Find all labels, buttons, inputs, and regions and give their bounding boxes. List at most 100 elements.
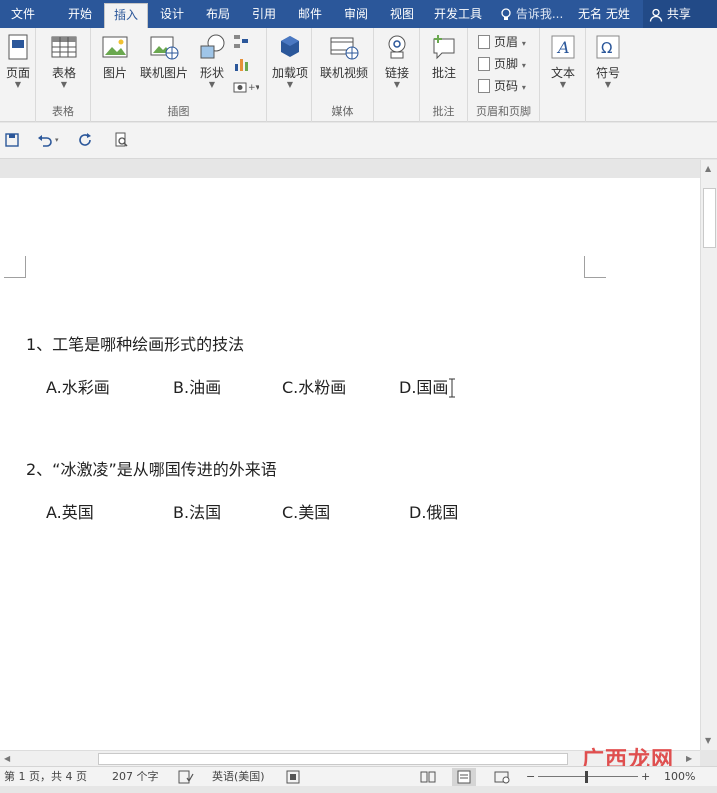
q1-option-d[interactable]: D.国画 — [399, 374, 448, 398]
group-addins: 加载项 ▼ — [267, 28, 312, 122]
table-icon — [49, 32, 79, 62]
page-count[interactable]: 第 1 页，共 4 页 — [4, 767, 87, 787]
picture-button[interactable]: 图片 — [97, 32, 133, 80]
header-label: 页眉 — [494, 35, 519, 49]
vertical-scrollbar[interactable]: ▲ ▼ — [700, 160, 717, 750]
q2-option-a[interactable]: A.英国 — [46, 499, 94, 523]
group-label-tables: 表格 — [52, 105, 74, 118]
save-icon[interactable] — [4, 132, 22, 150]
person-icon — [649, 7, 663, 22]
group-label-comments: 批注 — [432, 105, 455, 118]
comment-button[interactable]: 批注 — [427, 32, 461, 80]
online-video-button[interactable]: 联机视频 — [316, 32, 372, 80]
tab-design[interactable]: 设计 — [150, 0, 194, 28]
vertical-scroll-thumb[interactable] — [703, 188, 716, 248]
text-box-icon: A — [548, 32, 578, 62]
chart-icon[interactable] — [233, 56, 251, 72]
document-area: 1、工笔是哪种绘画形式的技法 A.水彩画 B.油画 C.水粉画 D.国画 2、“… — [0, 160, 700, 758]
tell-me-box[interactable]: 告诉我... — [500, 0, 563, 28]
svg-text:▾: ▾ — [55, 136, 59, 144]
group-tables: 表格 ▼ 表格 — [36, 28, 91, 122]
document-page[interactable]: 1、工笔是哪种绘画形式的技法 A.水彩画 B.油画 C.水粉画 D.国画 2、“… — [0, 178, 700, 758]
svg-text:+▾: +▾ — [248, 83, 259, 93]
chevron-down-icon: ▼ — [14, 80, 22, 89]
header-button[interactable]: 页眉 ▾ — [478, 32, 526, 52]
read-mode-icon[interactable] — [420, 770, 436, 790]
q2-option-b[interactable]: B.法国 — [173, 499, 221, 523]
ribbon-tab-bar: 文件 开始 插入 设计 布局 引用 邮件 审阅 视图 开发工具 告诉我... 无… — [0, 0, 717, 28]
tab-layout[interactable]: 布局 — [196, 0, 240, 28]
user-name[interactable]: 无名 无姓 — [578, 0, 630, 28]
tab-home[interactable]: 开始 — [58, 0, 102, 28]
chevron-down-icon: ▼ — [559, 80, 567, 89]
scroll-up-icon[interactable]: ▲ — [705, 164, 711, 173]
zoom-in-button[interactable]: + — [641, 767, 650, 787]
symbols-button[interactable]: Ω 符号 ▼ — [590, 32, 626, 90]
print-preview-icon[interactable] — [113, 132, 131, 150]
q2-option-d[interactable]: D.俄国 — [409, 499, 458, 523]
table-button[interactable]: 表格 ▼ — [46, 32, 82, 90]
footer-button[interactable]: 页脚 ▾ — [478, 54, 526, 74]
pages-button[interactable]: 页面 ▼ — [2, 32, 34, 90]
q1-option-b[interactable]: B.油画 — [173, 374, 221, 398]
addins-button[interactable]: 加载项 ▼ — [272, 32, 308, 90]
word-count[interactable]: 207 个字 — [112, 767, 159, 787]
tab-insert[interactable]: 插入 — [104, 3, 148, 28]
q1-option-c[interactable]: C.水粉画 — [282, 374, 346, 398]
header-icon — [478, 34, 490, 49]
question-2[interactable]: 2、“冰激凌”是从哪国传进的外来语 — [26, 456, 277, 480]
picture-label: 图片 — [102, 66, 127, 80]
scroll-left-icon[interactable]: ◀ — [4, 754, 10, 763]
status-bar: 第 1 页，共 4 页 207 个字 英语(美国) − + 100% — [0, 766, 717, 786]
share-button[interactable]: 共享 — [643, 0, 717, 28]
chevron-down-icon: ▼ — [208, 80, 216, 89]
text-cursor-icon — [449, 378, 455, 398]
corner-mark — [584, 256, 606, 278]
chevron-down-icon: ▼ — [60, 80, 68, 89]
svg-text:A: A — [556, 38, 570, 57]
q2-option-c[interactable]: C.美国 — [282, 499, 330, 523]
group-header-footer: 页眉 ▾ 页脚 ▾ 页码 ▾ 页眉和页脚 — [468, 28, 540, 122]
page-number-button[interactable]: 页码 ▾ — [478, 76, 526, 96]
proofing-icon[interactable] — [178, 770, 194, 790]
shapes-button[interactable]: 形状 ▼ — [195, 32, 229, 90]
redo-icon[interactable] — [78, 132, 96, 150]
addins-label: 加载项 — [272, 66, 309, 80]
tab-view[interactable]: 视图 — [380, 0, 424, 28]
online-picture-button[interactable]: 联机图片 — [135, 32, 193, 80]
zoom-out-button[interactable]: − — [526, 767, 535, 787]
text-button[interactable]: A 文本 ▼ — [546, 32, 580, 90]
tell-me-label: 告诉我... — [515, 7, 564, 21]
ribbon: 页面 ▼ 表格 ▼ 表格 图片 联机图片 形状 ▼ +▾ 插图 加载项 ▼ 联机… — [0, 28, 717, 122]
scroll-right-icon[interactable]: ▶ — [686, 754, 692, 763]
group-label-header-footer: 页眉和页脚 — [476, 105, 531, 118]
print-layout-icon[interactable] — [452, 768, 476, 786]
zoom-level[interactable]: 100% — [664, 767, 695, 787]
question-1[interactable]: 1、工笔是哪种绘画形式的技法 — [26, 331, 244, 355]
online-picture-label: 联机图片 — [139, 66, 188, 80]
links-label: 链接 — [384, 66, 409, 80]
tab-references[interactable]: 引用 — [242, 0, 286, 28]
macro-icon[interactable] — [286, 770, 300, 790]
scroll-down-icon[interactable]: ▼ — [705, 736, 711, 745]
zoom-slider[interactable] — [538, 776, 638, 777]
tab-mailings[interactable]: 邮件 — [288, 0, 332, 28]
zoom-slider-thumb[interactable] — [585, 771, 588, 783]
corner-mark — [4, 256, 26, 278]
group-label-illustrations: 插图 — [167, 105, 190, 118]
links-button[interactable]: 链接 ▼ — [380, 32, 414, 90]
smartart-icon[interactable] — [233, 34, 251, 50]
group-illustrations: 图片 联机图片 形状 ▼ +▾ 插图 — [91, 28, 267, 122]
tab-file[interactable]: 文件 — [0, 0, 46, 28]
language[interactable]: 英语(美国) — [212, 767, 265, 787]
horizontal-scroll-thumb[interactable] — [98, 753, 568, 765]
undo-icon[interactable]: ▾ — [36, 132, 62, 150]
tab-review[interactable]: 审阅 — [334, 0, 378, 28]
tab-developer[interactable]: 开发工具 — [426, 0, 490, 28]
web-layout-icon[interactable] — [494, 770, 510, 790]
q1-option-a[interactable]: A.水彩画 — [46, 374, 110, 398]
pages-label: 页面 — [5, 66, 30, 80]
chevron-down-icon: ▼ — [604, 80, 612, 89]
group-text: A 文本 ▼ — [540, 28, 586, 122]
screenshot-icon[interactable]: +▾ — [233, 80, 261, 96]
